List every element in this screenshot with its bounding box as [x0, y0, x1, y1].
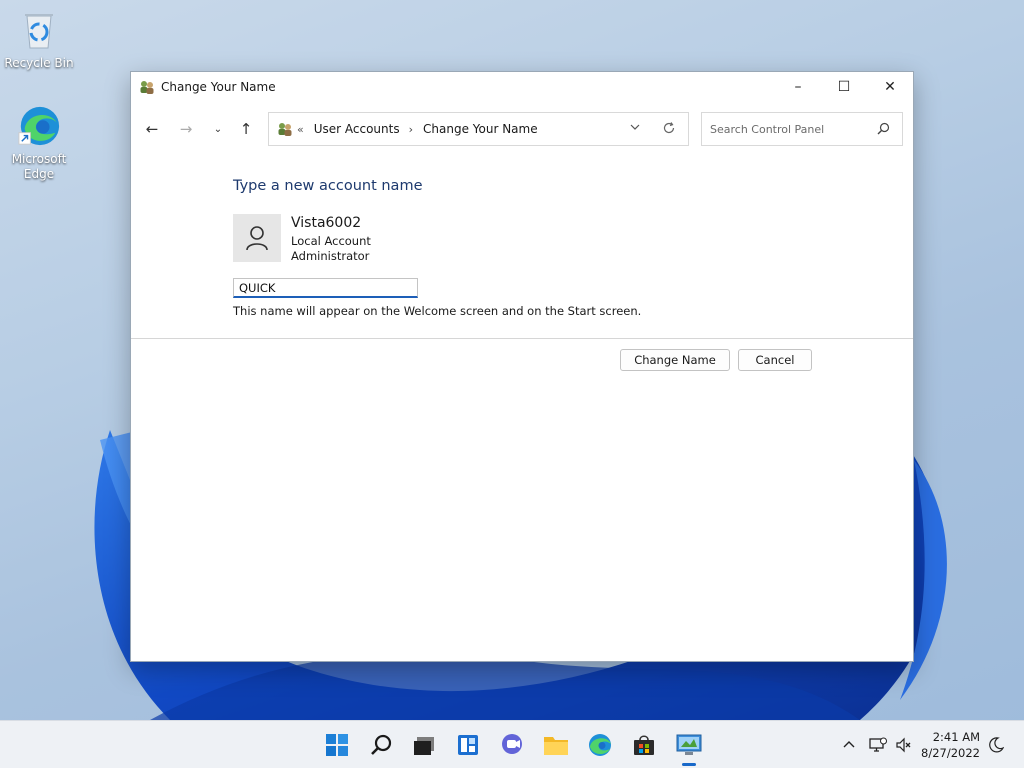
forward-button[interactable]: → — [175, 118, 197, 140]
close-icon: ✕ — [884, 79, 896, 95]
notifications-button[interactable] — [988, 721, 1004, 768]
navigation-bar: ← → ⌄ ↑ « User Accounts › Change Your Na… — [131, 112, 913, 146]
page-heading: Type a new account name — [233, 178, 423, 194]
minimize-button[interactable]: – — [775, 72, 821, 102]
back-button[interactable]: ← — [141, 118, 163, 140]
search-box[interactable] — [701, 112, 903, 146]
title-bar[interactable]: Change Your Name – ☐ ✕ — [131, 72, 913, 102]
up-button[interactable]: ↑ — [235, 118, 257, 140]
edge-icon[interactable] — [586, 731, 614, 759]
change-name-button[interactable]: Change Name — [620, 349, 730, 371]
search-icon[interactable] — [367, 731, 395, 759]
recycle-bin-label: Recycle Bin — [4, 56, 74, 70]
edge-icon — [17, 104, 61, 148]
window-title: Change Your Name — [161, 80, 276, 94]
back-arrow-icon: ← — [145, 120, 159, 138]
name-hint: This name will appear on the Welcome scr… — [233, 304, 642, 318]
avatar — [233, 214, 281, 262]
volume-muted-icon[interactable] — [895, 721, 913, 768]
breadcrumb-user-accounts[interactable]: User Accounts — [314, 122, 400, 136]
form-area: Type a new account name Vista6002 Local … — [233, 178, 641, 318]
clock[interactable]: 2:41 AM 8/27/2022 — [921, 729, 980, 761]
change-name-window: Change Your Name – ☐ ✕ ← → ⌄ ↑ « User Ac… — [130, 71, 914, 662]
teams-chat-icon[interactable] — [498, 731, 526, 759]
network-icon[interactable] — [869, 721, 887, 768]
store-icon[interactable] — [630, 731, 658, 759]
address-bar[interactable]: « User Accounts › Change Your Name — [268, 112, 689, 146]
chevron-up-icon — [843, 741, 855, 748]
divider — [131, 338, 913, 339]
search-input[interactable] — [710, 122, 870, 136]
clock-time: 2:41 AM — [932, 730, 980, 744]
show-hidden-icons-button[interactable] — [842, 721, 856, 768]
recent-locations-button[interactable]: ⌄ — [207, 118, 229, 140]
clock-date: 8/27/2022 — [921, 746, 980, 760]
start-icon[interactable] — [323, 731, 351, 759]
desktop-icon-recycle-bin[interactable]: Recycle Bin — [1, 8, 77, 71]
forward-arrow-icon: → — [179, 120, 193, 138]
active-app-indicator — [682, 763, 696, 766]
maximize-icon: ☐ — [837, 79, 851, 95]
account-name: Vista6002 — [291, 215, 362, 231]
new-name-input[interactable] — [233, 278, 418, 298]
account-type: Local Account — [291, 234, 371, 248]
breadcrumb-separator[interactable]: › — [409, 123, 413, 136]
control-panel-icon[interactable] — [675, 731, 703, 759]
moon-icon — [989, 737, 1004, 753]
chevron-down-icon: ⌄ — [213, 123, 223, 135]
account-info: Vista6002 Local Account Administrator — [233, 214, 371, 264]
account-role: Administrator — [291, 249, 370, 263]
breadcrumb-overflow[interactable]: « — [297, 123, 304, 136]
user-accounts-icon — [139, 79, 155, 95]
search-icon[interactable] — [877, 122, 890, 138]
file-explorer-icon[interactable] — [542, 731, 570, 759]
desktop-icon-edge[interactable]: Microsoft Edge — [1, 104, 77, 182]
close-button[interactable]: ✕ — [867, 72, 913, 102]
taskbar: 2:41 AM 8/27/2022 — [0, 720, 1024, 768]
minimize-icon: – — [794, 79, 802, 95]
user-icon — [246, 226, 268, 251]
edge-label: Microsoft Edge — [11, 152, 67, 181]
breadcrumb-change-your-name[interactable]: Change Your Name — [423, 122, 538, 136]
address-dropdown-icon[interactable] — [630, 122, 640, 135]
recycle-bin-icon — [17, 8, 61, 52]
cancel-button[interactable]: Cancel — [738, 349, 812, 371]
up-arrow-icon: ↑ — [239, 120, 253, 138]
widgets-icon[interactable] — [454, 731, 482, 759]
task-view-icon[interactable] — [410, 731, 438, 759]
maximize-button[interactable]: ☐ — [821, 72, 867, 102]
refresh-icon[interactable] — [662, 121, 676, 139]
user-accounts-icon — [277, 121, 293, 137]
